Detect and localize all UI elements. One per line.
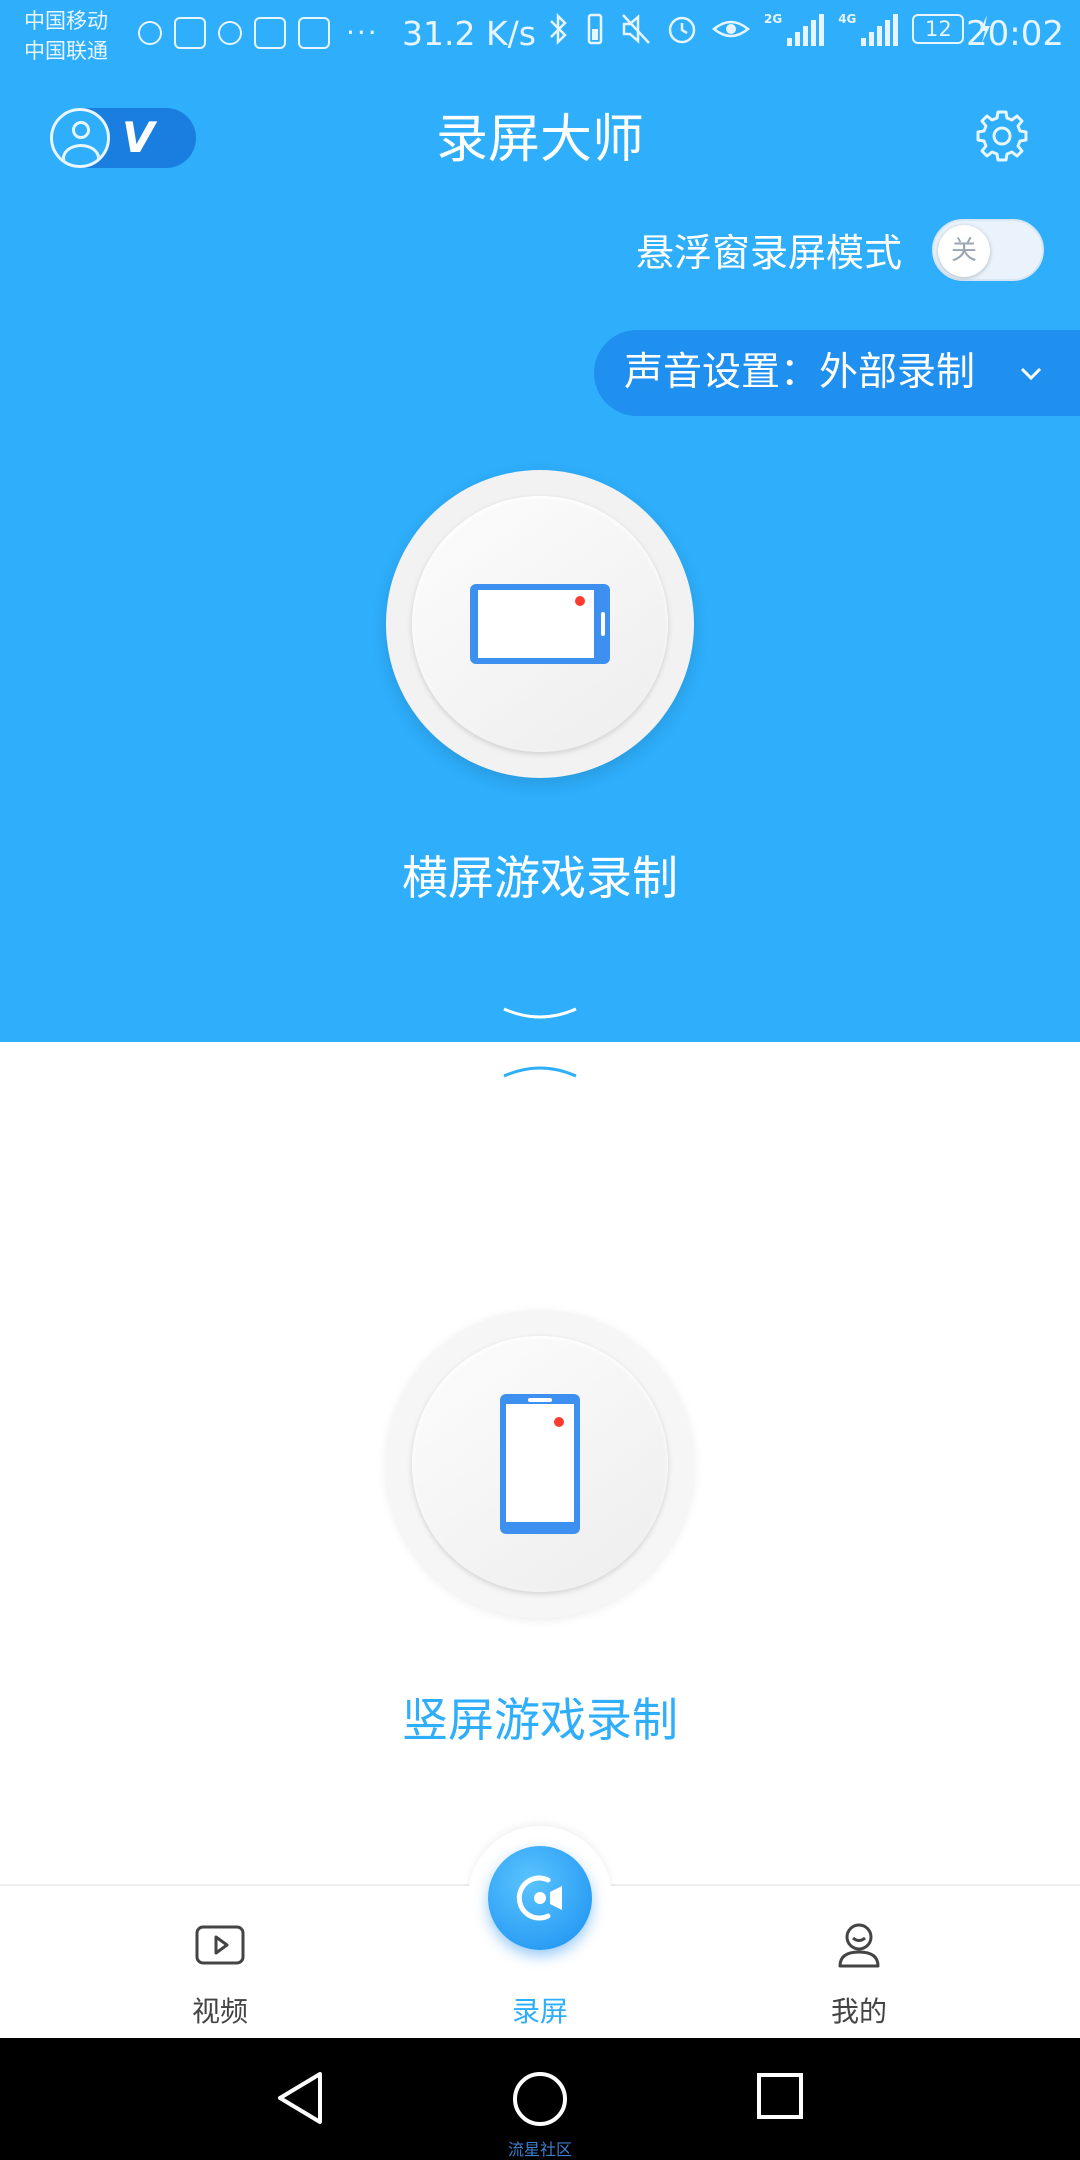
notification-icons: ··· — [138, 16, 379, 49]
float-mode-toggle[interactable]: 关 — [932, 219, 1044, 281]
settings-gear-icon[interactable] — [974, 108, 1030, 164]
sound-settings-label: 声音设置：外部录制 — [624, 350, 976, 395]
page-title: 录屏大师 — [435, 110, 644, 170]
app-icon — [218, 20, 242, 45]
record-camera-icon — [516, 1875, 562, 1921]
signal-2g-icon: 2G — [764, 12, 825, 46]
status-bar: 中国移动 中国联通 ··· 31.2 K/s 2G 4G 12 20:02 — [0, 0, 1080, 72]
browser-icon — [298, 16, 330, 49]
landscape-phone-icon — [470, 584, 610, 664]
user-profile-icon — [838, 1923, 880, 1968]
sync-icon — [138, 20, 162, 45]
back-icon[interactable] — [272, 2070, 328, 2126]
toggle-knob: 关 — [938, 225, 990, 277]
portrait-record-inner — [412, 1336, 668, 1592]
home-icon[interactable] — [511, 2070, 569, 2128]
portrait-record-button[interactable] — [386, 1310, 694, 1618]
shield-icon — [254, 16, 286, 49]
landscape-record-button[interactable] — [386, 470, 694, 778]
alarm-icon — [668, 16, 696, 44]
vibrate-icon — [587, 13, 603, 45]
video-play-icon — [195, 1925, 245, 1965]
battery-icon: 12 — [912, 14, 965, 44]
recents-icon[interactable] — [756, 2072, 804, 2120]
landscape-record-label[interactable]: 横屏游戏录制 — [0, 848, 1080, 908]
eye-comfort-icon — [712, 20, 750, 38]
carrier-2: 中国联通 — [24, 39, 108, 63]
clock: 20:02 — [966, 14, 1064, 54]
watermark-text: 流星社区 — [507, 2140, 572, 2159]
portrait-phone-icon — [500, 1394, 580, 1534]
expand-chevron-icon[interactable] — [500, 1058, 580, 1082]
tab-video[interactable]: 视频 — [110, 1886, 330, 2038]
mute-icon — [622, 14, 650, 44]
landscape-record-inner — [412, 496, 668, 752]
tab-mine[interactable]: 我的 — [749, 1886, 969, 2038]
float-mode-label: 悬浮窗录屏模式 — [635, 231, 902, 275]
system-icons: 2G 4G 12 — [548, 12, 992, 46]
signal-4g-icon: 4G — [838, 12, 899, 46]
sound-settings-dropdown[interactable]: 声音设置：外部录制 — [594, 330, 1080, 416]
bluetooth-icon — [550, 12, 567, 46]
more-notifications-icon: ··· — [346, 16, 379, 49]
net-speed: 31.2 K/s — [402, 14, 536, 53]
tab-mine-label: 我的 — [830, 1995, 887, 2028]
tab-record-label: 录屏 — [511, 1995, 568, 2028]
portrait-record-label[interactable]: 竖屏游戏录制 — [0, 1690, 1080, 1750]
collapse-chevron-icon[interactable] — [500, 1003, 580, 1027]
chevron-down-icon — [1020, 367, 1042, 381]
activity-icon — [174, 16, 206, 49]
carrier-info: 中国移动 中国联通 — [24, 6, 108, 66]
tab-video-label: 视频 — [191, 1995, 248, 2028]
carrier-1: 中国移动 — [24, 9, 108, 33]
record-button[interactable] — [488, 1846, 592, 1950]
